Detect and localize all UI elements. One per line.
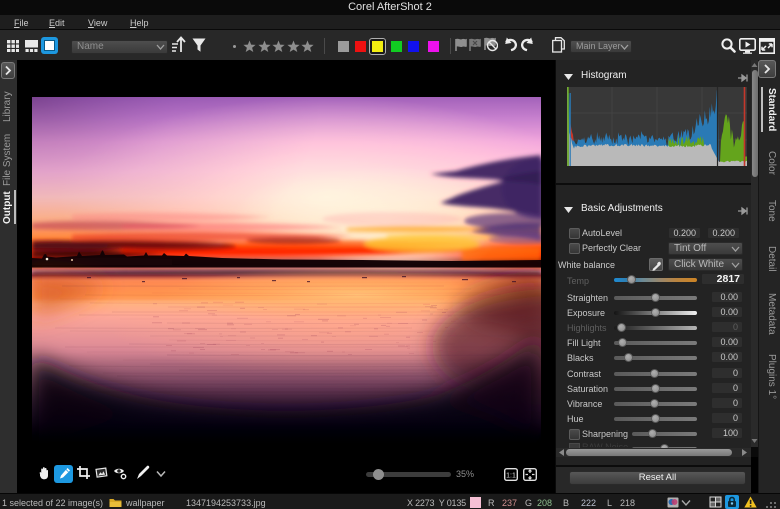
svg-text:1:1: 1:1 bbox=[506, 473, 516, 480]
